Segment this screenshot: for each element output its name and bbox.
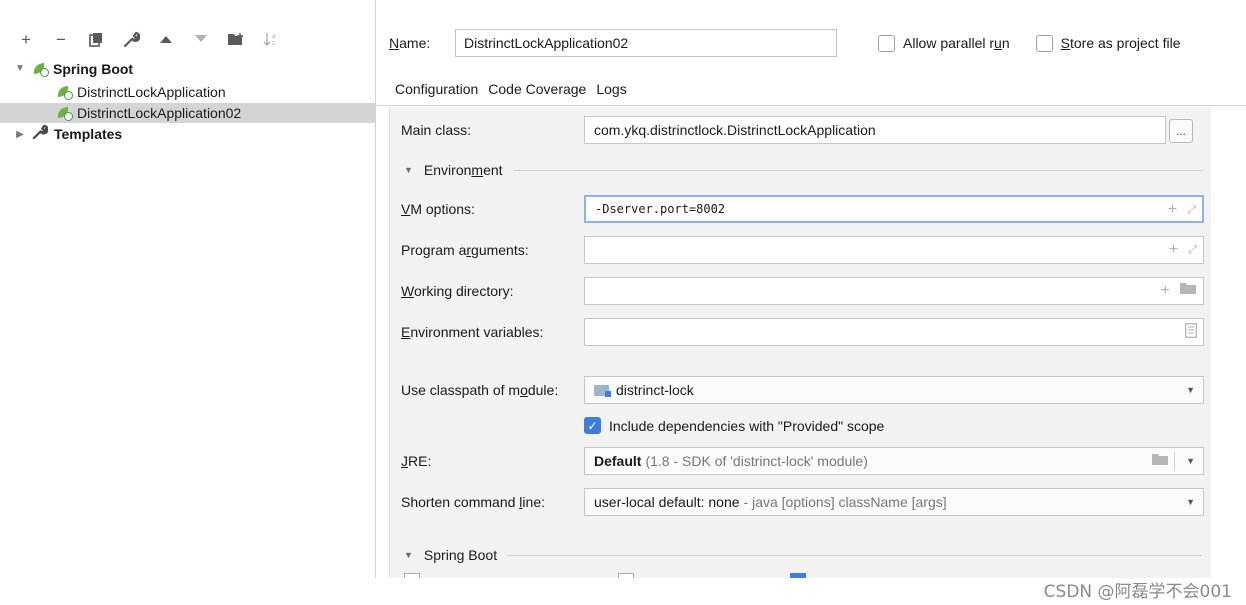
spring-boot-icon xyxy=(56,106,74,121)
checkbox-box[interactable] xyxy=(404,573,420,578)
tree-item-label: DistrinctLockApplication02 xyxy=(77,105,242,121)
wrench-icon xyxy=(32,124,50,144)
arrow-down-icon[interactable] xyxy=(191,29,211,49)
input-actions xyxy=(1185,323,1197,343)
checkbox-box[interactable] xyxy=(878,34,895,52)
spring-boot-section-label: Spring Boot xyxy=(423,547,498,563)
include-provided-dependencies-checkbox[interactable]: ✓ Include dependencies with "Provided" s… xyxy=(584,417,884,434)
configurations-toolbar: + − az xyxy=(16,28,281,50)
plus-icon[interactable]: + xyxy=(1169,241,1178,259)
tree-item-label: Spring Boot xyxy=(53,60,134,77)
store-as-project-file-label: Store as project file xyxy=(1060,35,1181,51)
plus-icon[interactable]: + xyxy=(1168,201,1177,219)
minus-icon[interactable]: − xyxy=(51,29,71,49)
copy-icon[interactable] xyxy=(86,29,106,49)
input-actions: + xyxy=(1161,282,1197,300)
include-provided-dependencies-label: Include dependencies with "Provided" sco… xyxy=(609,417,885,434)
shorten-command-line-row: Shorten command line: user-local default… xyxy=(390,488,1212,516)
environment-variables-input[interactable] xyxy=(584,318,1204,346)
expand-icon[interactable]: ⤢ xyxy=(1187,204,1196,217)
vm-options-row: VM options: -Dserver.port=8002 + ⤢ xyxy=(390,195,1212,223)
name-input[interactable]: DistrinctLockApplication02 xyxy=(455,29,837,57)
chevron-down-icon[interactable]: ▼ xyxy=(1186,456,1195,466)
checkbox-box[interactable] xyxy=(1035,34,1053,52)
input-actions: + ⤢ xyxy=(1168,201,1196,219)
tree-item-templates[interactable]: ▶ Templates xyxy=(0,123,376,145)
configurations-tree: ▼ Spring Boot DistrinctLockApplication D… xyxy=(0,57,376,145)
environment-variables-label: Environment variables: xyxy=(401,324,544,340)
working-directory-row: Working directory: + xyxy=(390,277,1212,305)
tree-item-label: DistrinctLockApplication xyxy=(77,83,226,100)
tree-item-distrinct-lock-application[interactable]: DistrinctLockApplication xyxy=(0,80,376,103)
program-arguments-input[interactable]: + ⤢ xyxy=(584,236,1204,264)
editor-tabs: Configuration Code Coverage Logs xyxy=(377,72,1246,106)
input-actions: + ⤢ xyxy=(1169,241,1197,259)
svg-text:z: z xyxy=(272,40,275,47)
svg-text:a: a xyxy=(272,33,276,40)
wrench-icon[interactable] xyxy=(121,29,141,49)
folder-icon[interactable] xyxy=(1180,282,1197,300)
working-directory-label: Working directory: xyxy=(401,283,514,299)
section-divider xyxy=(512,169,1203,171)
section-divider xyxy=(507,554,1203,556)
checkbox-box[interactable] xyxy=(618,573,634,578)
module-folder-icon xyxy=(594,384,611,397)
browse-main-class-button[interactable]: ... xyxy=(1169,119,1193,143)
tree-item-distrinct-lock-application02[interactable]: DistrinctLockApplication02 xyxy=(0,103,376,123)
vm-options-input[interactable]: -Dserver.port=8002 + ⤢ xyxy=(584,195,1204,223)
jre-select[interactable]: Default (1.8 - SDK of 'distrinct-lock' m… xyxy=(584,447,1204,475)
arrow-up-icon[interactable] xyxy=(156,29,176,49)
allow-parallel-run-label: Allow parallel run xyxy=(903,35,1010,51)
store-as-project-file-checkbox[interactable]: Store as project file xyxy=(1035,34,1181,52)
plus-icon[interactable]: + xyxy=(1161,282,1170,300)
classpath-module-select[interactable]: distrinct-lock ▼ xyxy=(584,376,1204,404)
tab-code-coverage[interactable]: Code Coverage xyxy=(488,77,586,101)
name-row: Name: DistrinctLockApplication02 Allow p… xyxy=(389,28,1180,58)
environment-section-header[interactable]: ▼ Environment xyxy=(404,159,1208,181)
expand-arrow-icon[interactable]: ▼ xyxy=(14,63,26,74)
collapse-arrow-icon[interactable]: ▶ xyxy=(14,129,26,140)
program-arguments-row: Program arguments: + ⤢ xyxy=(390,236,1212,264)
classpath-module-label: Use classpath of module: xyxy=(401,382,559,398)
jre-label: JRE: xyxy=(401,453,432,469)
spring-boot-icon xyxy=(32,62,50,77)
spring-boot-section-header[interactable]: ▼ Spring Boot xyxy=(404,544,1208,566)
environment-variables-row: Environment variables: xyxy=(390,318,1212,346)
collapse-arrow-icon: ▼ xyxy=(404,165,413,175)
watermark: CSDN @阿磊学不会001 xyxy=(1043,582,1232,602)
environment-label: Environment xyxy=(423,162,503,178)
main-class-input[interactable]: com.ykq.distrinctlock.DistrinctLockAppli… xyxy=(584,116,1166,144)
sort-icon[interactable]: az xyxy=(261,29,281,49)
checkbox-checked[interactable]: ✓ xyxy=(584,417,601,434)
checkbox-checked[interactable] xyxy=(790,573,806,578)
vm-options-label: VM options: xyxy=(401,201,475,217)
document-icon[interactable] xyxy=(1185,323,1197,343)
shorten-command-line-label: Shorten command line: xyxy=(401,494,545,510)
tree-item-label: Templates xyxy=(54,126,123,142)
classpath-module-row: Use classpath of module: distrinct-lock … xyxy=(390,376,1212,404)
spring-boot-icon xyxy=(56,85,74,100)
main-class-label: Main class: xyxy=(401,122,472,138)
plus-icon[interactable]: + xyxy=(16,29,36,49)
allow-parallel-run-checkbox[interactable]: Allow parallel run xyxy=(878,34,1010,52)
separator xyxy=(1174,452,1175,470)
configuration-editor: Name: DistrinctLockApplication02 Allow p… xyxy=(377,0,1246,578)
expand-icon[interactable]: ⤢ xyxy=(1188,244,1197,257)
chevron-down-icon: ▼ xyxy=(1186,385,1195,395)
tree-item-spring-boot[interactable]: ▼ Spring Boot xyxy=(0,57,376,80)
collapse-arrow-icon: ▼ xyxy=(404,550,413,560)
name-label: Name: xyxy=(389,35,431,51)
chevron-down-icon: ▼ xyxy=(1186,497,1195,507)
main-class-row: Main class: com.ykq.distrinctlock.Distri… xyxy=(390,116,1212,144)
configurations-pane: + − az ▼ Spring Boot DistrinctLockApplic… xyxy=(0,0,376,578)
program-arguments-label: Program arguments: xyxy=(401,242,529,258)
tab-logs[interactable]: Logs xyxy=(596,77,626,101)
configuration-form: Main class: com.ykq.distrinctlock.Distri… xyxy=(389,107,1211,578)
shorten-command-line-select[interactable]: user-local default: none - java [options… xyxy=(584,488,1204,516)
working-directory-input[interactable]: + xyxy=(584,277,1204,305)
folder-icon[interactable] xyxy=(1152,453,1169,469)
jre-row: JRE: Default (1.8 - SDK of 'distrinct-lo… xyxy=(390,447,1212,475)
folder-add-icon[interactable] xyxy=(226,29,246,49)
tab-configuration[interactable]: Configuration xyxy=(395,77,478,101)
